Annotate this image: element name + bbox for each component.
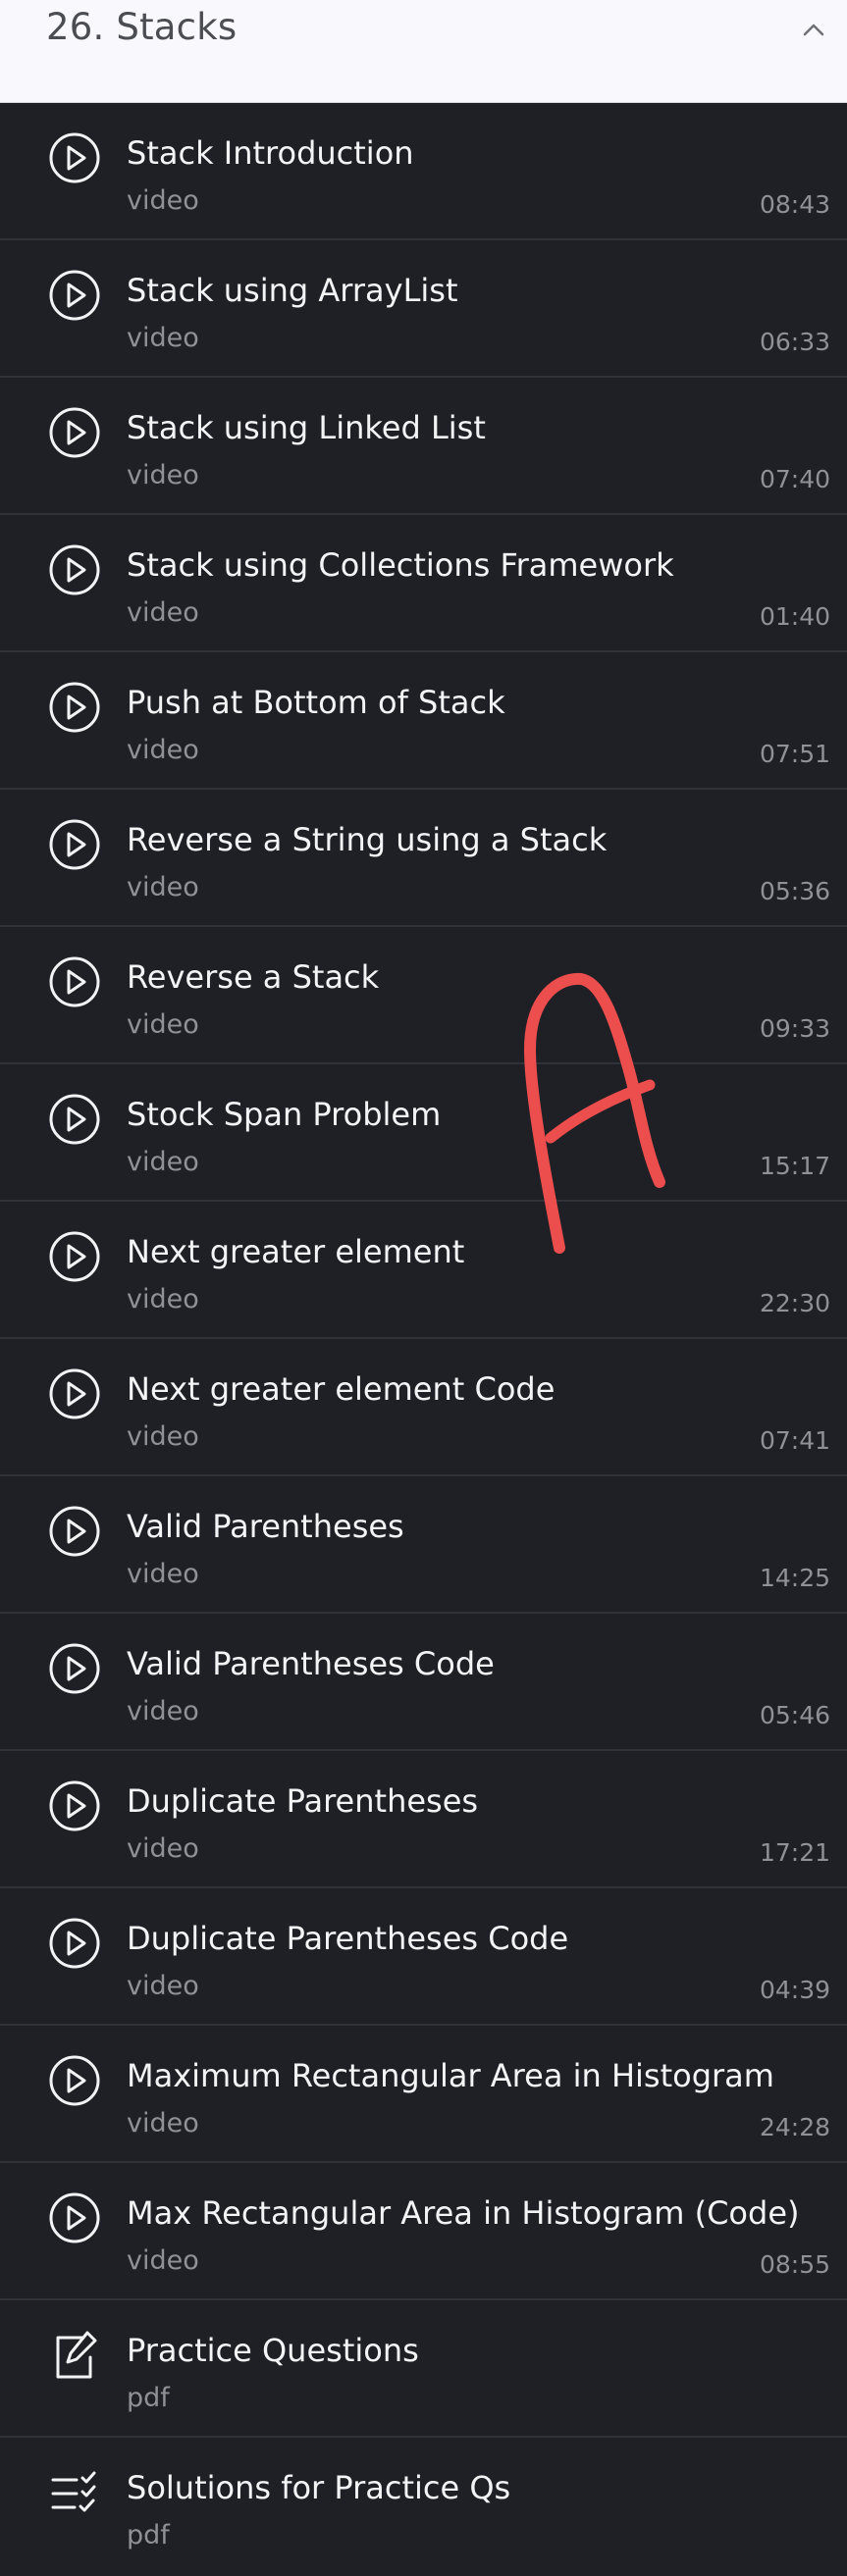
lesson-title: Stack using ArrayList: [127, 272, 458, 309]
lesson-duration: 08:43: [759, 190, 830, 219]
lesson-item[interactable]: Stack Introduction video 08:43: [0, 103, 847, 240]
lesson-item[interactable]: Stack using Collections Framework video 01…: [0, 515, 847, 652]
lesson-title: Stack Introduction: [127, 134, 414, 172]
lesson-item[interactable]: Stack using ArrayList video 06:33: [0, 240, 847, 378]
play-circle-icon: [47, 542, 102, 597]
lesson-title: Reverse a String using a Stack: [127, 821, 608, 858]
edit-document-icon: [47, 2328, 102, 2383]
lesson-item[interactable]: Reverse a Stack video 09:33: [0, 927, 847, 1064]
play-circle-icon: [47, 954, 102, 1009]
lesson-duration: 06:33: [759, 328, 830, 356]
lesson-item[interactable]: Push at Bottom of Stack video 07:51: [0, 652, 847, 790]
lesson-duration: 17:21: [759, 1838, 830, 1867]
lesson-duration: 22:30: [759, 1289, 830, 1317]
section-header[interactable]: 26. Stacks: [0, 0, 847, 103]
lesson-type: video: [127, 735, 199, 765]
lesson-duration: 04:39: [759, 1976, 830, 2004]
play-circle-icon: [47, 1641, 102, 1696]
lesson-item[interactable]: Valid Parentheses Code video 05:46: [0, 1614, 847, 1751]
lesson-type: video: [127, 1147, 199, 1177]
lesson-type: video: [127, 323, 199, 353]
chevron-up-icon[interactable]: [799, 18, 828, 41]
lesson-title: Stack using Linked List: [127, 409, 486, 446]
lesson-duration: 07:41: [759, 1426, 830, 1455]
lesson-title: Duplicate Parentheses: [127, 1782, 479, 1820]
lesson-item[interactable]: Next greater element video 22:30: [0, 1202, 847, 1339]
lesson-duration: 07:40: [759, 465, 830, 493]
section-title: 26. Stacks: [46, 6, 238, 48]
lesson-title: Stock Span Problem: [127, 1096, 442, 1133]
play-circle-icon: [47, 2053, 102, 2108]
play-circle-icon: [47, 817, 102, 872]
lesson-type: video: [127, 1284, 199, 1314]
lesson-duration: 15:17: [759, 1152, 830, 1180]
lesson-title: Maximum Rectangular Area in Histogram: [127, 2057, 774, 2094]
lesson-title: Next greater element Code: [127, 1370, 556, 1408]
lesson-type: video: [127, 1833, 199, 1864]
lesson-title: Practice Questions: [127, 2332, 419, 2369]
lesson-type: video: [127, 872, 199, 902]
lesson-title: Reverse a Stack: [127, 958, 380, 996]
lesson-item[interactable]: Next greater element Code video 07:41: [0, 1339, 847, 1476]
lesson-title: Duplicate Parentheses Code: [127, 1920, 569, 1957]
lesson-type: pdf: [127, 2520, 170, 2550]
play-circle-icon: [47, 1778, 102, 1833]
lesson-duration: 01:40: [759, 602, 830, 631]
lesson-type: video: [127, 2108, 199, 2138]
lesson-type: video: [127, 2245, 199, 2276]
lesson-duration: 14:25: [759, 1564, 830, 1592]
lesson-duration: 05:46: [759, 1701, 830, 1729]
lesson-type: video: [127, 185, 199, 216]
lesson-title: Max Rectangular Area in Histogram (Code): [127, 2194, 800, 2232]
lesson-item[interactable]: Duplicate Parentheses video 17:21: [0, 1751, 847, 1888]
lesson-type: video: [127, 1971, 199, 2001]
play-circle-icon: [47, 130, 102, 185]
lesson-item[interactable]: Reverse a String using a Stack video 05:36: [0, 790, 847, 927]
lesson-item[interactable]: Stack using Linked List video 07:40: [0, 378, 847, 515]
play-circle-icon: [47, 268, 102, 323]
play-circle-icon: [47, 2190, 102, 2245]
lesson-duration: 07:51: [759, 740, 830, 768]
lesson-type: video: [127, 1559, 199, 1589]
lesson-type: video: [127, 597, 199, 628]
lesson-duration: 09:33: [759, 1014, 830, 1043]
play-circle-icon: [47, 1229, 102, 1284]
play-circle-icon: [47, 405, 102, 460]
lesson-duration: 08:55: [759, 2250, 830, 2279]
lesson-type: pdf: [127, 2383, 170, 2413]
lesson-item[interactable]: Max Rectangular Area in Histogram (Code)…: [0, 2163, 847, 2300]
lesson-type: video: [127, 1696, 199, 1726]
lesson-type: video: [127, 460, 199, 490]
lesson-duration: 24:28: [759, 2113, 830, 2141]
lesson-list: Stack Introduction video 08:43 Stack using …: [0, 103, 847, 2575]
lesson-type: video: [127, 1421, 199, 1452]
play-circle-icon: [47, 1916, 102, 1971]
lesson-duration: 05:36: [759, 877, 830, 905]
lesson-item[interactable]: Valid Parentheses video 14:25: [0, 1476, 847, 1614]
play-circle-icon: [47, 1504, 102, 1559]
lesson-type: video: [127, 1009, 199, 1040]
lesson-item[interactable]: Duplicate Parentheses Code video 04:39: [0, 1888, 847, 2026]
lesson-title: Stack using Collections Framework: [127, 546, 674, 584]
lesson-item[interactable]: Solutions for Practice Qs pdf: [0, 2438, 847, 2575]
play-circle-icon: [47, 680, 102, 735]
lesson-item[interactable]: Stock Span Problem video 15:17: [0, 1064, 847, 1202]
lesson-title: Valid Parentheses: [127, 1508, 404, 1545]
lesson-item[interactable]: Practice Questions pdf: [0, 2300, 847, 2438]
lesson-title: Solutions for Practice Qs: [127, 2469, 511, 2506]
lesson-title: Next greater element: [127, 1233, 465, 1270]
play-circle-icon: [47, 1092, 102, 1147]
lesson-item[interactable]: Maximum Rectangular Area in Histogram vid…: [0, 2026, 847, 2163]
lesson-title: Valid Parentheses Code: [127, 1645, 495, 1682]
lesson-title: Push at Bottom of Stack: [127, 684, 505, 721]
play-circle-icon: [47, 1366, 102, 1421]
checklist-icon: [47, 2465, 102, 2520]
